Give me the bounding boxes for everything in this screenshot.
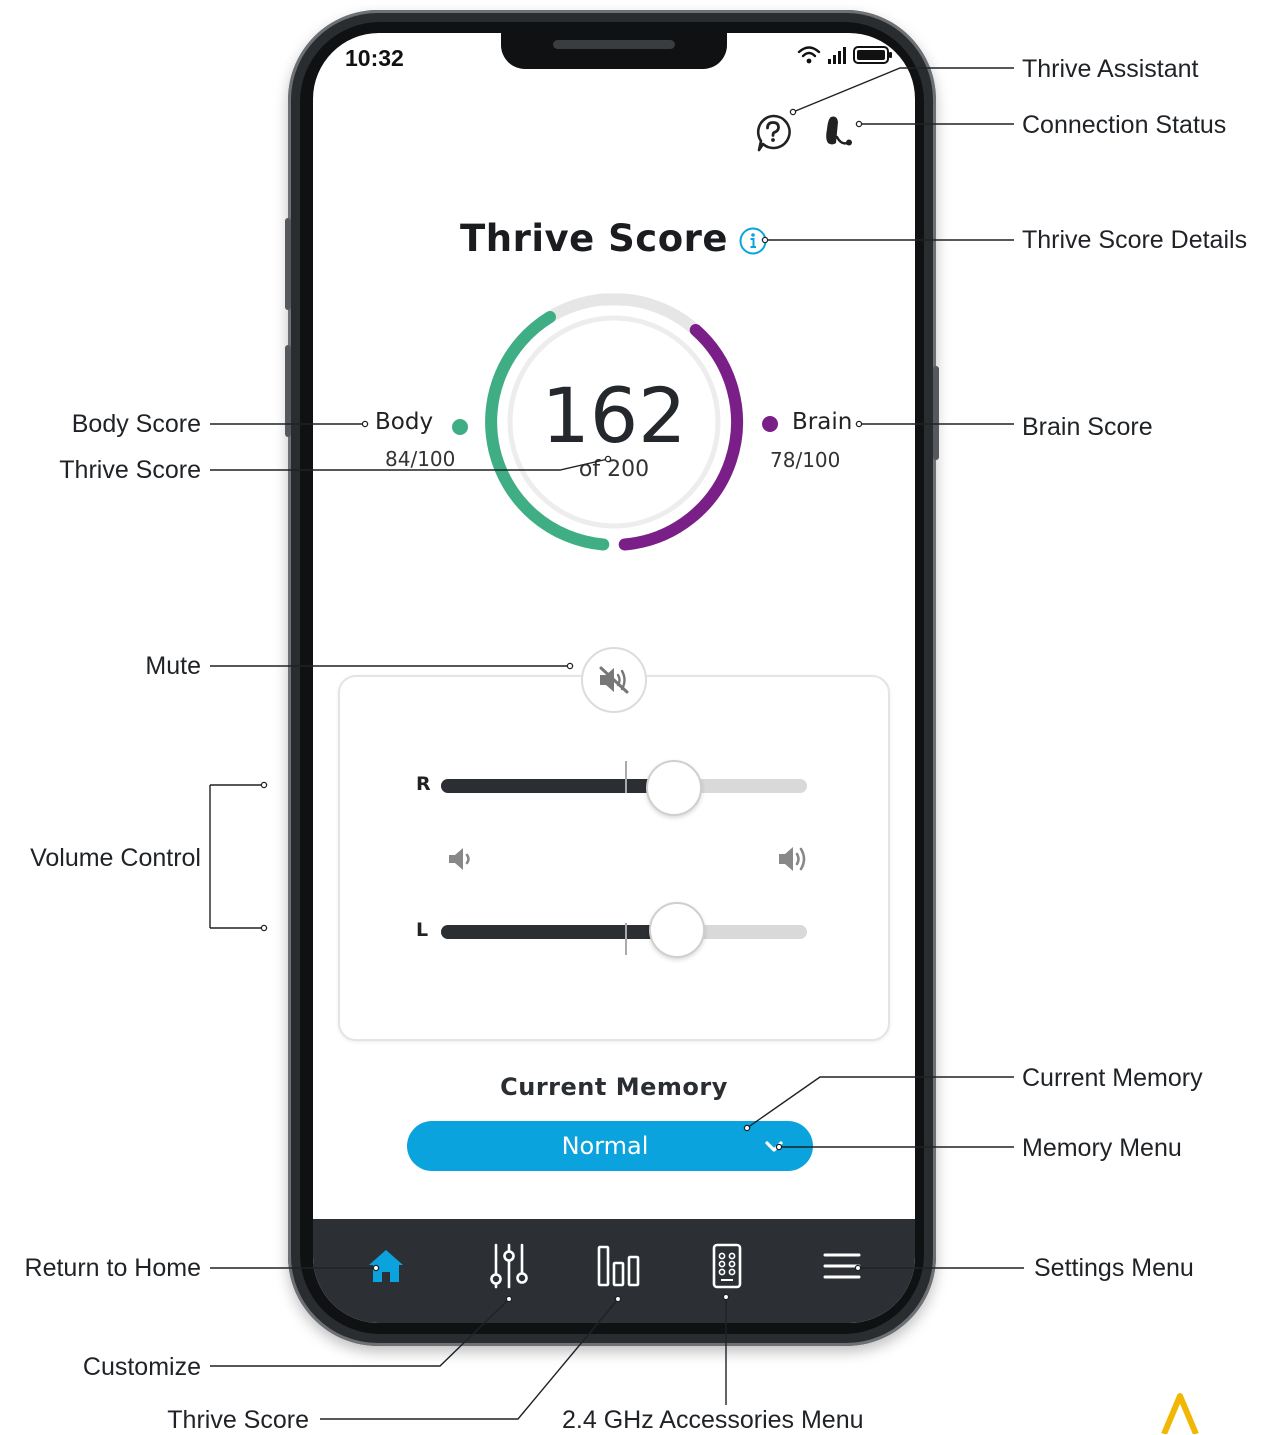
phone-side-button	[285, 218, 291, 310]
volume-up-icon	[776, 842, 812, 876]
thrive-score-title: Thrive Score	[460, 217, 728, 260]
tab-accessories[interactable]	[702, 1241, 752, 1291]
phone-side-button	[933, 366, 939, 460]
memory-value: Normal	[407, 1121, 803, 1171]
right-volume-slider[interactable]	[441, 779, 807, 793]
wifi-icon	[797, 45, 821, 65]
callout-thrive-score: Thrive Score	[59, 455, 201, 485]
volume-down-icon	[446, 844, 476, 874]
left-channel-label: L	[416, 919, 428, 941]
status-time: 10:32	[345, 45, 404, 72]
callout-current-memory: Current Memory	[1022, 1063, 1203, 1093]
battery-icon	[853, 45, 893, 65]
thrive-score-max: of 200	[483, 457, 745, 482]
callout-brain-score: Brain Score	[1022, 412, 1153, 442]
phone-side-button	[285, 345, 291, 437]
memory-selector-button[interactable]: Normal	[407, 1121, 813, 1171]
app-screen: 10:32 Thrive Scor	[313, 33, 915, 1323]
right-slider-center-tick	[625, 761, 627, 793]
brain-score-label: Brain	[792, 409, 852, 435]
thrive-score-title-row: Thrive Score	[313, 217, 915, 262]
mute-button[interactable]	[581, 647, 647, 713]
sliders-icon	[487, 1243, 531, 1289]
remote-icon	[710, 1243, 744, 1289]
callout-memory-menu: Memory Menu	[1022, 1133, 1182, 1163]
callout-accessories-menu: 2.4 GHz Accessories Menu	[562, 1405, 864, 1435]
left-volume-slider[interactable]	[441, 925, 807, 939]
left-slider-center-tick	[625, 923, 627, 955]
left-volume-fill	[441, 925, 675, 939]
callout-settings-menu: Settings Menu	[1034, 1253, 1194, 1283]
earpiece-speaker	[553, 40, 675, 49]
volume-control-card: R L	[338, 675, 890, 1041]
callout-connection-status: Connection Status	[1022, 110, 1226, 140]
current-memory-title: Current Memory	[313, 1073, 915, 1101]
callout-thrive-score-details: Thrive Score Details	[1022, 225, 1247, 255]
right-volume-fill	[441, 779, 672, 793]
brain-score-value: 78/100	[770, 448, 840, 472]
info-icon[interactable]	[738, 226, 768, 256]
notch	[501, 33, 727, 69]
tab-customize[interactable]	[484, 1241, 534, 1291]
callout-volume-control: Volume Control	[30, 843, 201, 873]
brand-logo-icon	[1150, 1392, 1210, 1434]
menu-icon	[822, 1250, 862, 1282]
signal-icon	[827, 45, 847, 65]
callout-customize: Customize	[83, 1352, 201, 1382]
tab-home[interactable]	[361, 1241, 411, 1291]
body-score-value: 84/100	[385, 447, 455, 471]
right-channel-label: R	[416, 773, 431, 795]
home-icon	[366, 1246, 406, 1286]
callout-return-home: Return to Home	[25, 1253, 201, 1283]
callout-mute: Mute	[145, 651, 201, 681]
bottom-tab-bar	[313, 1219, 915, 1323]
tab-thrive-score[interactable]	[594, 1241, 644, 1291]
hearing-aid-icon[interactable]	[819, 115, 857, 151]
callout-body-score: Body Score	[72, 409, 201, 439]
thrive-score-value: 162	[483, 376, 745, 456]
help-question-icon[interactable]	[753, 113, 793, 153]
bar-chart-icon	[596, 1244, 642, 1288]
chevron-down-icon[interactable]	[763, 1135, 785, 1157]
body-legend-dot	[452, 419, 468, 435]
tab-settings-menu[interactable]	[817, 1241, 867, 1291]
left-volume-knob[interactable]	[649, 902, 705, 958]
brain-legend-dot	[762, 416, 778, 432]
status-icons	[797, 45, 893, 65]
callout-thrive-score-tab: Thrive Score	[167, 1405, 309, 1435]
callout-thrive-assistant: Thrive Assistant	[1022, 54, 1198, 84]
body-score-label: Body	[375, 409, 433, 435]
right-volume-knob[interactable]	[646, 760, 702, 816]
mute-speaker-icon	[597, 665, 631, 695]
top-icons	[753, 113, 863, 153]
